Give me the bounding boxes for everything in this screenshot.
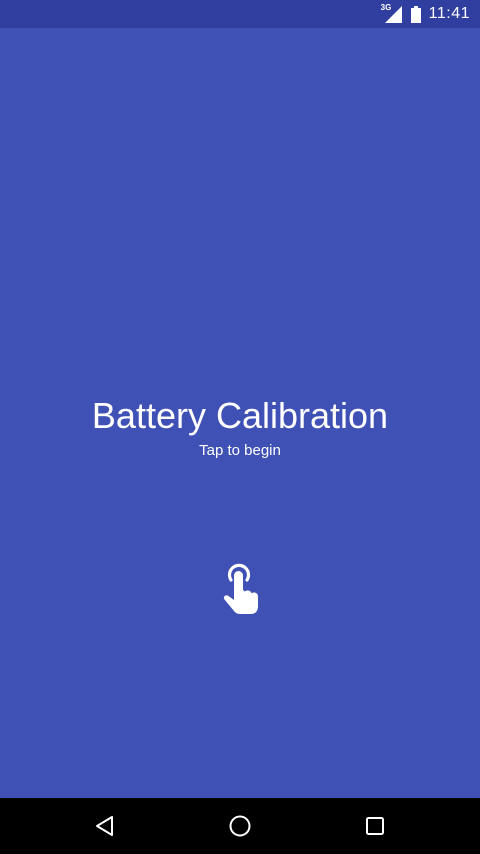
page-subtitle: Tap to begin [199,442,281,459]
status-clock: 11:41 [428,5,470,22]
tap-hand-icon [223,563,258,614]
status-icons: 3G 11:41 [381,0,470,28]
page-title: Battery Calibration [91,395,389,436]
back-button[interactable] [75,806,135,846]
signal-icon [384,6,402,23]
recents-icon [366,817,384,835]
tap-to-begin-area[interactable]: Battery Calibration Tap to begin [0,28,480,798]
navigation-bar [0,798,480,854]
back-icon [96,816,113,836]
status-bar: 3G 11:41 [0,0,480,28]
screen: 3G 11:41 Battery Calibration Tap to begi… [0,0,480,854]
home-button[interactable] [210,806,270,846]
signal-indicator: 3G [381,3,403,23]
home-icon [229,815,251,837]
battery-icon [410,5,421,23]
recents-button[interactable] [345,806,405,846]
